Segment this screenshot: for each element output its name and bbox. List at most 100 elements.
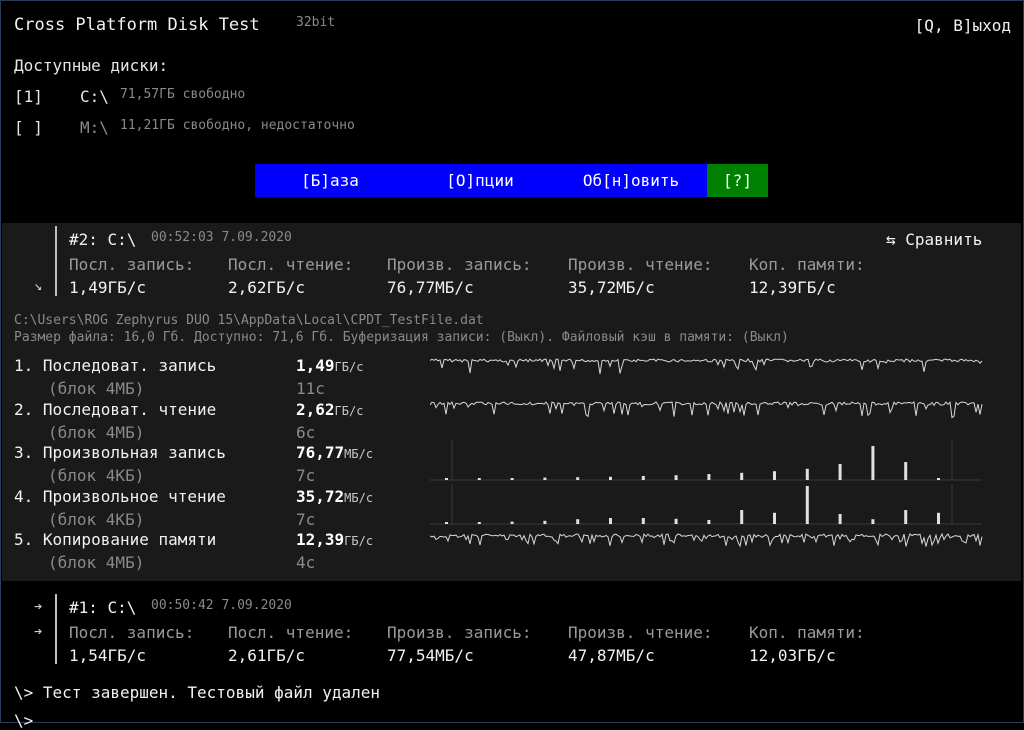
cur-value-rand-write: 76,77МБ/с: [387, 278, 474, 297]
cur-value-seq-read: 2,62ГБ/с: [228, 278, 306, 297]
chart-3-bar: [773, 471, 776, 480]
refresh-button[interactable]: Об[н]овить: [555, 164, 707, 197]
prev-label-rand-read: Произв. чтение:: [568, 623, 713, 642]
cur-label-seq-read: Посл. чтение:: [228, 255, 354, 274]
chart-3-bar: [871, 446, 875, 480]
cur-value-mem-copy: 12,39ГБ/с: [749, 278, 836, 297]
chart-4-bar: [838, 514, 842, 524]
test-unit-5: ГБ/с: [344, 534, 374, 548]
chart-4-bar: [871, 519, 875, 524]
test-result-3: 76,77МБ/с: [296, 445, 373, 461]
cur-label-mem-copy: Коп. памяти:: [749, 255, 865, 274]
chart-4-bar: [576, 519, 580, 524]
compare-button[interactable]: ⇆ Сравнить: [886, 232, 982, 248]
disks-heading: Доступные диски:: [14, 56, 169, 75]
test-time-2: 6с: [296, 423, 316, 442]
test-sub-3: (блок 4КБ): [48, 466, 145, 485]
disk-2-info: 11,21ГБ свободно, недостаточно: [120, 118, 355, 133]
test-time-4: 7с: [296, 510, 316, 529]
test-name-3: 3. Произвольная запись: [14, 443, 226, 462]
test-sub-4: (блок 4КБ): [48, 510, 145, 529]
cur-value-seq-write: 1,49ГБ/с: [69, 278, 147, 297]
chart-3-bar: [576, 477, 580, 480]
prev-arrow-icon-1[interactable]: ➔: [34, 600, 42, 614]
test-result-1: 1,49ГБ/с: [296, 358, 363, 374]
chart-4-bar: [445, 522, 448, 524]
prev-label-rand-write: Произв. запись:: [387, 623, 532, 642]
test-name-5: 5. Копирование памяти: [14, 530, 217, 549]
test-sub-2: (блок 4МБ): [48, 423, 145, 442]
test-unit-1: ГБ/с: [334, 360, 364, 374]
app-title: Cross Platform Disk Test: [14, 15, 260, 35]
chart-3-bar: [641, 476, 645, 480]
console-line-1: \> Тест завершен. Тестовый файл удален: [14, 683, 381, 702]
chart-3-bar: [445, 478, 448, 480]
test-name-1: 1. Последоват. запись: [14, 356, 217, 375]
chart-3-bar: [838, 464, 842, 480]
test-time-3: 7с: [296, 466, 316, 485]
console-prompt[interactable]: \>: [14, 713, 33, 729]
test-file-info: Размер файла: 16,0 Гб. Доступно: 71,6 Гб…: [14, 330, 789, 345]
test-time-5: 4с: [296, 553, 316, 572]
prev-value-mem-copy: 12,03ГБ/с: [749, 646, 836, 665]
expand-arrow-icon[interactable]: ↘: [34, 279, 42, 293]
options-button[interactable]: [О]пции: [405, 164, 555, 197]
test-value-3: 76,77: [296, 443, 345, 462]
current-result-bar: [55, 226, 57, 296]
cur-label-rand-write: Произв. запись:: [387, 255, 532, 274]
test-sub-5: (блок 4МБ): [48, 553, 145, 572]
chart-5-trace: [430, 532, 983, 548]
current-result-time: 00:52:03 7.09.2020: [151, 230, 292, 245]
prev-arrow-icon-2[interactable]: ➔: [34, 625, 42, 639]
help-button[interactable]: [?]: [707, 164, 768, 197]
chart-4-bar: [477, 522, 481, 524]
test-sub-1: (блок 4МБ): [48, 379, 145, 398]
chart-3-bar: [805, 468, 809, 480]
chart-4-bar: [740, 510, 744, 524]
prev-value-seq-read: 2,61ГБ/с: [228, 646, 306, 665]
chart-1-trace: [430, 358, 983, 374]
test-result-4: 35,72МБ/с: [296, 489, 373, 505]
prev-value-rand-write: 77,54МБ/с: [387, 646, 474, 665]
quit-button[interactable]: [Q, В]ыход: [915, 18, 1011, 34]
test-value-1: 1,49: [296, 356, 335, 375]
test-value-4: 35,72: [296, 487, 345, 506]
chart-3-bar: [674, 475, 678, 480]
disk-2-name[interactable]: M:\: [80, 120, 109, 136]
disk-1-info: 71,57ГБ свободно: [120, 87, 246, 102]
cur-label-seq-write: Посл. запись:: [69, 255, 195, 274]
chart-4-bar: [805, 486, 809, 524]
disk-1-marker[interactable]: [1]: [14, 89, 43, 105]
chart-4-bar: [609, 518, 612, 524]
chart-4-bar: [937, 512, 940, 524]
cur-label-rand-read: Произв. чтение:: [568, 255, 713, 274]
test-name-4: 4. Произвольное чтение: [14, 487, 226, 506]
chart-3-bar: [707, 474, 711, 480]
chart-3-bar: [609, 476, 612, 480]
chart-4-bar: [641, 518, 645, 524]
test-value-2: 2,62: [296, 400, 335, 419]
test-result-5: 12,39ГБ/с: [296, 532, 373, 548]
main-menu: [Б]аза [О]пции Об[н]овить [?]: [255, 164, 768, 197]
prev-label-seq-read: Посл. чтение:: [228, 623, 354, 642]
chart-4-bar: [543, 520, 547, 524]
chart-3-bar: [543, 477, 547, 480]
base-button[interactable]: [Б]аза: [255, 164, 405, 197]
bits-label: 32bit: [296, 15, 336, 30]
prev-label-seq-write: Посл. запись:: [69, 623, 195, 642]
test-file-path: C:\Users\ROG Zephyrus DUO 15\AppData\Loc…: [14, 313, 484, 328]
chart-4-bar: [707, 520, 711, 524]
prev-result-id: #1: C:\: [69, 598, 137, 617]
test-unit-4: МБ/с: [344, 491, 374, 505]
chart-3-bar: [937, 478, 940, 480]
chart-3-bar: [510, 478, 514, 480]
cur-value-rand-read: 35,72МБ/с: [568, 278, 655, 297]
chart-3-bar: [740, 472, 744, 480]
test-result-2: 2,62ГБ/с: [296, 402, 363, 418]
disk-2-marker[interactable]: [ ]: [14, 120, 43, 136]
disk-1-name[interactable]: C:\: [80, 89, 109, 105]
current-result-id: #2: C:\: [69, 230, 137, 249]
chart-3-bar: [477, 478, 481, 480]
prev-value-rand-read: 47,87МБ/с: [568, 646, 655, 665]
test-name-2: 2. Последоват. чтение: [14, 400, 217, 419]
